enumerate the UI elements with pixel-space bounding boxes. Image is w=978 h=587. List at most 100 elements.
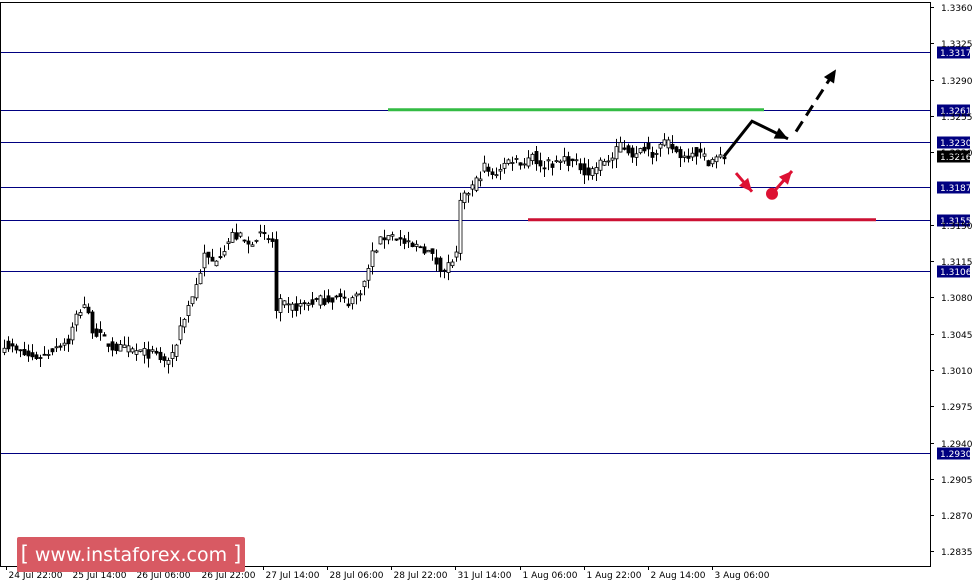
candle-body: [342, 296, 347, 299]
candle-body: [282, 300, 287, 306]
candle-body: [170, 352, 175, 359]
candle-body: [214, 260, 219, 267]
candle-body: [682, 155, 687, 158]
candle-body: [354, 293, 359, 297]
candle-body: [502, 162, 507, 169]
candle-body: [394, 238, 399, 241]
candle-body: [486, 166, 491, 172]
candle-body: [518, 162, 523, 166]
candle-body: [298, 303, 303, 307]
candle-body: [142, 348, 147, 356]
bearish-pivot-dot: [766, 187, 778, 200]
candle-body: [578, 163, 583, 171]
candle-body: [714, 156, 719, 163]
y-tick-label: 1.2870: [941, 512, 973, 522]
candle-body: [462, 192, 467, 203]
candle-body: [630, 147, 635, 158]
candle-body: [618, 142, 623, 153]
candle-body: [478, 178, 483, 182]
candle-body: [222, 251, 227, 256]
candle-body: [278, 298, 283, 313]
candle-body: [86, 306, 91, 314]
candle-body: [586, 167, 591, 176]
watermark-logo: [ www.instaforex.com ]: [17, 537, 245, 572]
x-tick-label: 25 Jul 14:00: [73, 571, 127, 581]
candle-body: [602, 161, 607, 166]
candle-body: [314, 298, 319, 300]
candle-body: [294, 303, 299, 311]
candle-body: [694, 147, 699, 157]
candle-body: [186, 305, 191, 317]
candle-body: [430, 248, 435, 254]
candle-body: [302, 302, 307, 305]
candle-body: [82, 304, 87, 308]
candle-body: [62, 342, 67, 346]
candle-body: [506, 159, 511, 164]
candle-body: [446, 262, 451, 273]
candle-body: [546, 159, 551, 162]
y-tick-label: 1.2975: [941, 403, 973, 413]
candle-body: [226, 241, 231, 244]
candle-body: [122, 344, 127, 348]
candle-body: [346, 303, 351, 307]
candle-body: [66, 338, 71, 345]
candle-body: [362, 280, 367, 288]
candle-body: [138, 349, 143, 352]
candle-body: [658, 143, 663, 149]
candle-body: [538, 160, 543, 167]
candle-body: [638, 148, 643, 154]
candle-body: [530, 153, 535, 162]
y-tick-label: 1.3220: [941, 149, 973, 159]
candle-body: [534, 151, 539, 165]
candle-body: [374, 250, 379, 253]
candle-body: [562, 156, 567, 162]
candle-body: [330, 297, 335, 303]
candle-body: [218, 256, 223, 259]
candle-body: [390, 234, 395, 237]
candle-body: [26, 350, 31, 357]
candle-body: [398, 237, 403, 240]
candle-body: [242, 239, 247, 242]
x-tick-label: 26 Jul 06:00: [137, 571, 191, 581]
candle-body: [310, 299, 315, 305]
candle-body: [654, 153, 659, 155]
y-tick-label: 1.3150: [941, 222, 973, 232]
candle-body: [338, 293, 343, 298]
candle-body: [410, 242, 415, 248]
candle-body: [554, 160, 559, 163]
candle-body: [542, 167, 547, 170]
candle-body: [674, 146, 679, 153]
candle-body: [490, 171, 495, 175]
candle-body: [514, 158, 519, 160]
candle-body: [166, 360, 171, 365]
candle-body: [510, 162, 515, 164]
candle-body: [678, 149, 683, 159]
candle-body: [382, 237, 387, 241]
candle-body: [94, 328, 99, 337]
candle-body: [650, 151, 655, 158]
candle-body: [2, 347, 7, 353]
candle-body: [366, 268, 371, 281]
candle-body: [402, 238, 407, 244]
candle-body: [494, 174, 499, 177]
candle-body: [722, 156, 727, 160]
candle-body: [710, 158, 715, 165]
candle-body: [174, 344, 179, 357]
candle-body: [234, 232, 239, 240]
candle-body: [130, 348, 135, 353]
candle-body: [574, 159, 579, 162]
candle-body: [690, 152, 695, 158]
candle-body: [198, 272, 203, 285]
candle-body: [178, 325, 183, 341]
x-tick-label: 1 Aug 22:00: [587, 571, 642, 581]
candle-body: [442, 269, 447, 272]
candle-body: [370, 250, 375, 267]
candle-body: [58, 345, 63, 348]
candle-body: [22, 349, 27, 356]
candle-body: [598, 159, 603, 171]
candle-body: [470, 184, 475, 190]
y-tick-label: 1.3290: [941, 77, 973, 87]
candle-body: [334, 295, 339, 298]
candle-body: [670, 143, 675, 150]
candle-body: [358, 293, 363, 296]
